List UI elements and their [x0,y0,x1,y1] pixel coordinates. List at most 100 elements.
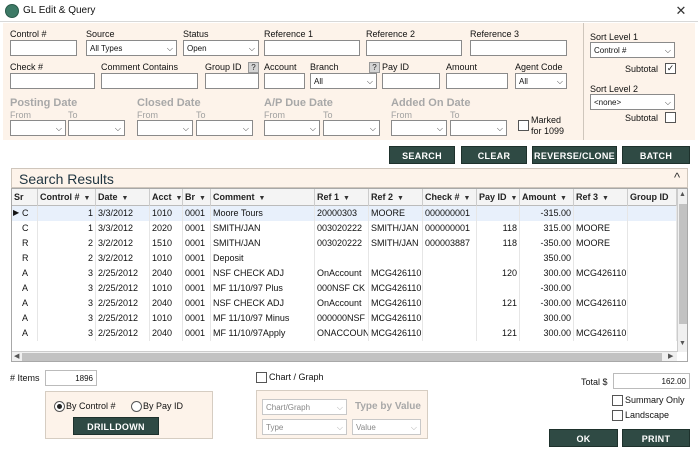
reference-1-input[interactable] [264,40,360,56]
table-row[interactable]: A 3 2/25/2012 1010 0001 MF 11/10/97 Plus 000NS… [12,281,677,296]
column-header[interactable]: Sr [12,189,38,206]
closed-date-to[interactable]: ⌵ [196,120,253,136]
reference-2-input[interactable] [366,40,462,56]
clear-button[interactable]: CLEAR [461,146,527,164]
type-by-value-label: Type by Value [355,401,421,412]
posting-date-label: Posting Date [10,97,78,109]
column-header[interactable]: Comment ▼ [211,189,315,206]
collapse-icon[interactable]: ^ [674,170,680,185]
sort-arrow-icon[interactable]: ▼ [84,195,91,202]
ap-due-date-to[interactable]: ⌵ [323,120,380,136]
control-number-input[interactable] [10,40,77,56]
sort-level-2-select[interactable]: <none> ⌵ [590,94,675,110]
results-grid[interactable]: Sr Control # ▼ Date ▼ Acct ▼ Br ▼ Comment ▼ Ref 1 ▼ R… [11,188,688,362]
sort-level-1-select[interactable]: Control # ⌵ [590,42,675,58]
column-header[interactable]: Ref 3 ▼ [574,189,628,206]
column-header[interactable]: Check # ▼ [423,189,477,206]
column-header[interactable]: Ref 2 ▼ [369,189,423,206]
group-id-input[interactable] [205,73,259,89]
batch-button[interactable]: BATCH [622,146,690,164]
table-row[interactable]: C 1 3/3/2012 2020 0001 SMITH/JAN 003020222 SMIT… [12,221,677,236]
table-cell [423,296,477,311]
close-icon[interactable]: ✕ [668,2,694,20]
chevron-down-icon: ⌵ [556,77,563,86]
horizontal-scrollbar[interactable]: ◀ ▶ [12,351,677,361]
chart-type-select[interactable]: Chart/Graph ⌵ [262,399,347,415]
column-header[interactable]: Amount ▼ [520,189,574,206]
table-cell: 121 [477,296,520,311]
summary-only-checkbox[interactable] [612,395,623,406]
column-header[interactable]: Date ▼ [96,189,150,206]
chart-graph-checkbox[interactable] [256,372,267,383]
column-header[interactable]: Control # ▼ [38,189,96,206]
column-header[interactable]: Ref 1 ▼ [315,189,369,206]
source-select[interactable]: All Types ⌵ [86,40,177,56]
scroll-right-icon[interactable]: ▶ [668,352,673,360]
check-number-input[interactable] [10,73,95,89]
posting-date-from[interactable]: ⌵ [10,120,66,136]
sort-arrow-icon[interactable]: ▼ [397,195,404,202]
table-cell: MCG426110 [369,311,423,326]
table-row[interactable]: A 3 2/25/2012 2040 0001 NSF CHECK ADJ OnAccoun… [12,266,677,281]
table-cell: 3/2/2012 [96,236,150,251]
scroll-down-icon[interactable]: ▼ [679,340,686,347]
by-pay-id-radio[interactable] [131,401,142,412]
agent-code-select[interactable]: All ⌵ [515,73,567,89]
type-select[interactable]: Type ⌵ [262,419,347,435]
horizontal-scroll-thumb[interactable] [22,353,662,361]
added-on-date-from[interactable]: ⌵ [391,120,447,136]
comment-contains-input[interactable] [101,73,198,89]
by-control-radio[interactable] [54,401,65,412]
ap-due-date-from[interactable]: ⌵ [264,120,320,136]
table-cell: 0001 [183,311,211,326]
posting-date-to[interactable]: ⌵ [68,120,125,136]
marked-1099-checkbox[interactable] [518,120,529,131]
column-header[interactable]: Br ▼ [183,189,211,206]
value-select[interactable]: Value ⌵ [352,419,421,435]
sort-level-1-value: Control # [594,46,627,55]
sort-arrow-icon[interactable]: ▼ [602,195,609,202]
table-cell [628,266,677,281]
status-select[interactable]: Open ⌵ [183,40,259,56]
sort-arrow-icon[interactable]: ▼ [199,195,206,202]
column-header[interactable]: Pay ID ▼ [477,189,520,206]
sort-arrow-icon[interactable]: ▼ [560,195,567,202]
pay-id-input[interactable] [382,73,440,89]
sort-arrow-icon[interactable]: ▼ [259,195,266,202]
sort-arrow-icon[interactable]: ▼ [122,195,129,202]
reference-3-input[interactable] [470,40,567,56]
column-header[interactable]: Group ID [628,189,677,206]
drilldown-button[interactable]: DRILLDOWN [73,417,159,435]
sort-arrow-icon[interactable]: ▼ [176,195,182,202]
subtotal-1-checkbox[interactable]: ✓ [665,63,676,74]
vertical-scroll-thumb[interactable] [679,204,687,324]
sort-arrow-icon[interactable]: ▼ [464,195,471,202]
table-row[interactable]: R 2 3/2/2012 1510 0001 SMITH/JAN 003020222 SMIT… [12,236,677,251]
closed-date-from[interactable]: ⌵ [137,120,193,136]
account-input[interactable] [264,73,305,89]
branch-select[interactable]: All ⌵ [310,73,377,89]
scroll-left-icon[interactable]: ◀ [14,352,19,360]
table-row[interactable]: A 3 2/25/2012 2040 0001 NSF CHECK ADJ OnAccoun… [12,296,677,311]
reverse-clone-button[interactable]: REVERSE/CLONE [532,146,617,164]
column-header[interactable]: Acct ▼ [150,189,183,206]
ok-button[interactable]: OK [549,429,618,447]
table-row[interactable]: A 3 2/25/2012 1010 0001 MF 11/10/97 Minus 0000… [12,311,677,326]
sort-arrow-icon[interactable]: ▼ [511,195,518,202]
vertical-scrollbar[interactable]: ▲ ▼ [677,189,687,352]
subtotal-2-checkbox[interactable] [665,112,676,123]
pay-id-help-icon[interactable]: ? [369,62,380,73]
landscape-checkbox[interactable] [612,410,623,421]
print-button[interactable]: PRINT [622,429,690,447]
search-button[interactable]: SEARCH [389,146,455,164]
sort-arrow-icon[interactable]: ▼ [343,195,350,202]
table-cell [423,266,477,281]
added-on-date-to[interactable]: ⌵ [450,120,507,136]
scroll-up-icon[interactable]: ▲ [679,191,686,198]
group-id-help-icon[interactable]: ? [248,62,259,73]
amount-input[interactable] [446,73,508,89]
table-row[interactable]: C 1 3/3/2012 1010 0001 Moore Tours 20000303 MOO… [12,206,677,221]
table-row[interactable]: A 3 2/25/2012 2040 0001 MF 11/10/97Apply ONACC… [12,326,677,341]
table-row[interactable]: R 2 3/2/2012 1010 0001 Deposit 350.00 [12,251,677,266]
table-cell: 120 [477,266,520,281]
